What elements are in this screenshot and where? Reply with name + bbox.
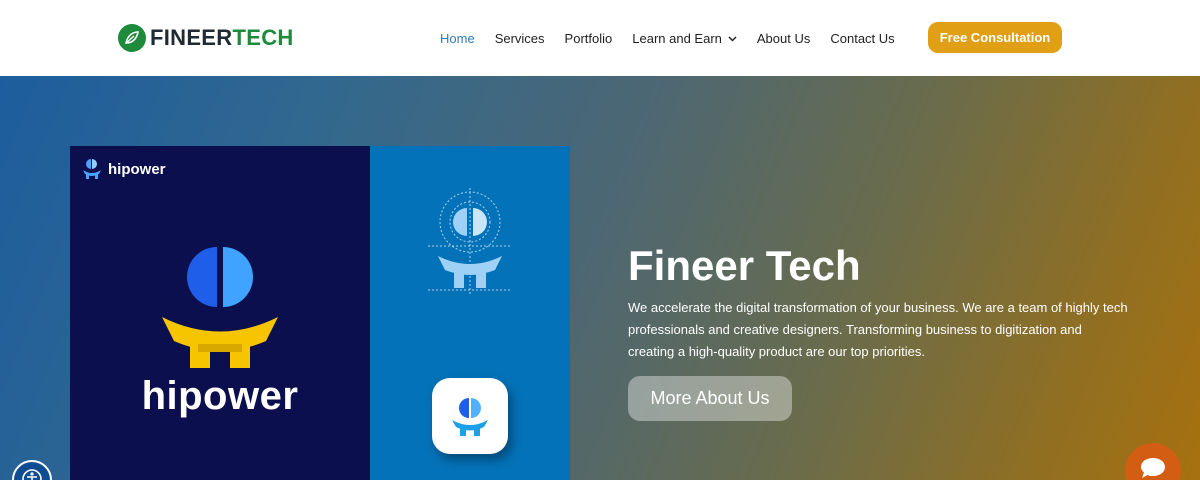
artwork-blue-panel — [370, 146, 570, 480]
nav-item-portfolio[interactable]: Portfolio — [565, 30, 613, 48]
chevron-down-icon — [728, 36, 737, 42]
nav-item-home[interactable]: Home — [440, 30, 475, 48]
logo-text-fineer: FINEER — [150, 25, 233, 50]
main-nav: Home Services Portfolio Learn and Earn A… — [440, 30, 915, 48]
hero-section: hipower hipower Fineer Tech We accelerat… — [0, 76, 1200, 480]
hero-description: We accelerate the digital transformation… — [628, 300, 1128, 359]
logo-construction-grid-icon — [428, 188, 512, 296]
leaf-logo-icon — [118, 24, 146, 52]
more-about-us-button[interactable]: More About Us — [628, 376, 792, 421]
logo-text: FINEERTECH — [150, 25, 294, 51]
free-consultation-button[interactable]: Free Consultation — [928, 22, 1062, 53]
artwork-dark-panel: hipower hipower — [70, 146, 370, 480]
artwork-brand-large: hipower — [141, 374, 299, 418]
hero-title: Fineer Tech — [628, 242, 861, 289]
logo-text-tech: TECH — [232, 25, 294, 50]
accessibility-icon — [22, 469, 42, 480]
nav-item-learn-and-earn[interactable]: Learn and Earn — [632, 30, 737, 48]
nav-item-learn-and-earn-label: Learn and Earn — [632, 31, 722, 46]
site-logo[interactable]: FINEERTECH — [118, 24, 294, 52]
portfolio-artwork: hipower hipower — [70, 146, 570, 480]
chat-bubble-icon — [1141, 458, 1165, 478]
nav-item-contact-us[interactable]: Contact Us — [830, 30, 894, 48]
hipower-large-logo-icon — [162, 247, 278, 368]
hipower-app-logo-icon — [452, 398, 488, 436]
hipower-app-icon — [432, 378, 508, 454]
site-header: FINEERTECH Home Services Portfolio Learn… — [0, 0, 1200, 76]
nav-item-services[interactable]: Services — [495, 30, 545, 48]
nav-item-about-us[interactable]: About Us — [757, 30, 810, 48]
